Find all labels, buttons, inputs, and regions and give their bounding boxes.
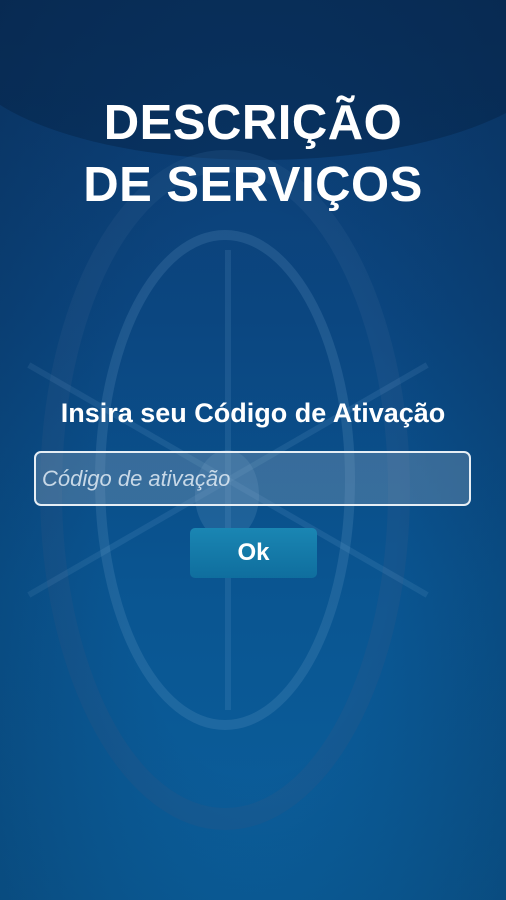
title-line-2: DE SERVIÇOS	[83, 158, 423, 212]
title-line-1: DESCRIÇÃO	[103, 96, 403, 150]
ok-button[interactable]: Ok	[190, 528, 317, 578]
activation-code-input[interactable]	[34, 451, 471, 506]
page-title: DESCRIÇÃO DE SERVIÇOS	[0, 92, 506, 216]
activation-prompt: Insira seu Código de Ativação	[60, 398, 446, 428]
